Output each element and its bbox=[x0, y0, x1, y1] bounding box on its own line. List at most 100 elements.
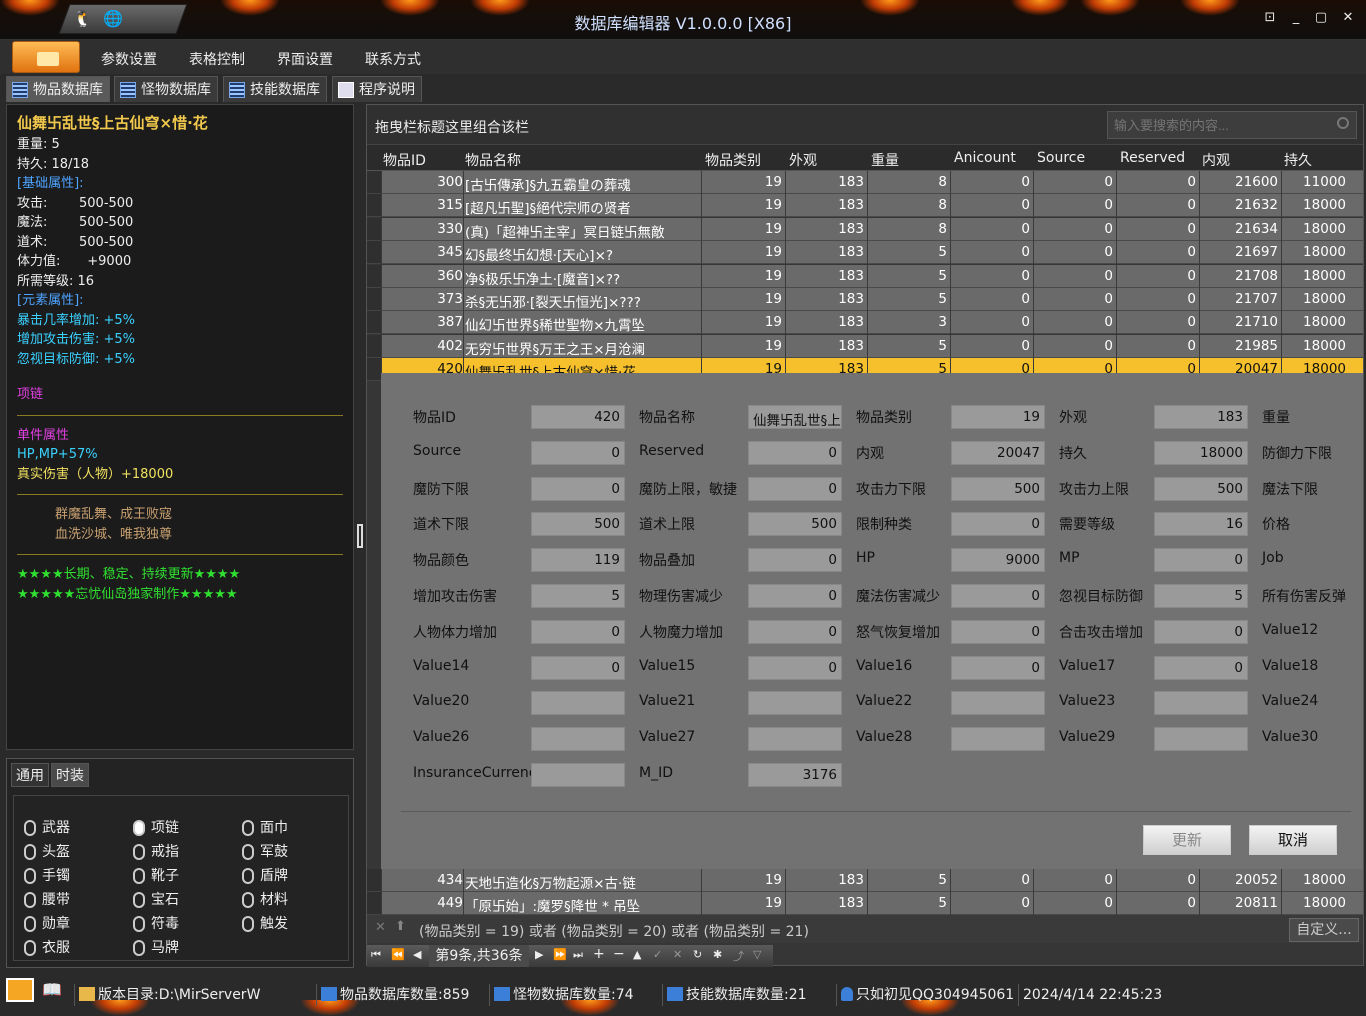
table-cell[interactable]: [古卐傳承]§九五霸皇の葬魂 bbox=[465, 174, 698, 194]
menu-params[interactable]: 参数设置 bbox=[101, 49, 157, 69]
first-record-button[interactable]: ⏮ bbox=[371, 948, 381, 962]
field-input[interactable]: 20047 bbox=[951, 440, 1045, 465]
field-input[interactable] bbox=[531, 691, 625, 716]
column-header[interactable]: 内观 bbox=[1202, 150, 1230, 170]
table-cell[interactable]: 21985 bbox=[1201, 338, 1278, 354]
table-cell[interactable]: 天地卐造化§万物起源×古·链 bbox=[465, 872, 698, 892]
table-cell[interactable]: 183 bbox=[787, 197, 864, 213]
slot-radio-icon[interactable] bbox=[133, 892, 145, 908]
table-cell[interactable]: 19 bbox=[703, 895, 782, 911]
panel-splitter[interactable] bbox=[355, 104, 365, 964]
field-input[interactable]: 0 bbox=[1154, 655, 1248, 680]
table-cell[interactable]: 18000 bbox=[1283, 221, 1346, 237]
table-cell[interactable]: 18000 bbox=[1283, 872, 1346, 888]
slot-radio-icon[interactable] bbox=[242, 820, 254, 836]
table-cell[interactable]: 18000 bbox=[1283, 314, 1346, 330]
column-header[interactable]: Source bbox=[1037, 150, 1085, 166]
table-cell[interactable]: 19 bbox=[703, 197, 782, 213]
field-input[interactable]: 0 bbox=[951, 619, 1045, 644]
field-input[interactable]: 0 bbox=[531, 619, 625, 644]
field-input[interactable]: 500 bbox=[951, 476, 1045, 501]
slot-option[interactable]: 面巾 bbox=[238, 818, 288, 838]
table-cell[interactable]: 0 bbox=[952, 314, 1030, 330]
table-cell[interactable]: 0 bbox=[1118, 174, 1196, 190]
slot-option[interactable]: 衣服 bbox=[20, 938, 70, 958]
table-row[interactable]: 434 天地卐造化§万物起源×古·链 19 183 5 0 0 0 20052 18000 bbox=[381, 869, 1363, 892]
table-cell[interactable]: 0 bbox=[1118, 197, 1196, 213]
update-button[interactable]: 更新 bbox=[1143, 825, 1231, 855]
slot-option[interactable]: 马牌 bbox=[129, 938, 179, 958]
table-cell[interactable]: 18000 bbox=[1283, 291, 1346, 307]
table-cell[interactable]: 345 bbox=[383, 244, 463, 260]
table-cell[interactable]: 19 bbox=[703, 314, 782, 330]
table-row[interactable]: 387 仙幻卐世界§稀世聖物×九霄坠 19 183 3 0 0 0 21710 18000 bbox=[381, 311, 1363, 335]
delete-record-icon[interactable]: − bbox=[613, 946, 625, 962]
slot-radio-icon[interactable] bbox=[24, 868, 36, 884]
table-cell[interactable]: 21710 bbox=[1201, 314, 1278, 330]
row-indicator[interactable] bbox=[367, 358, 381, 382]
row-indicator[interactable] bbox=[367, 264, 381, 288]
table-cell[interactable]: 0 bbox=[952, 338, 1030, 354]
slot-radio-icon[interactable] bbox=[24, 892, 36, 908]
field-input[interactable] bbox=[1154, 727, 1248, 752]
next-page-button[interactable]: ⏩ bbox=[553, 948, 567, 961]
column-header[interactable]: 物品类别 bbox=[705, 150, 761, 170]
table-cell[interactable]: 300 bbox=[383, 174, 463, 190]
field-input[interactable] bbox=[951, 727, 1045, 752]
field-input[interactable]: 0 bbox=[531, 440, 625, 465]
table-cell[interactable]: 18000 bbox=[1283, 338, 1346, 354]
table-row[interactable]: 373 杀§无卐邪·[裂天卐恒光]×??? 19 183 5 0 0 0 21707 18000 bbox=[381, 288, 1363, 311]
table-row[interactable]: 402 无穷卐世界§万王之王×月沧澜 19 183 5 0 0 0 21985 18000 bbox=[381, 334, 1363, 358]
table-cell[interactable]: 183 bbox=[787, 268, 864, 284]
close-button[interactable]: ✕ bbox=[1338, 8, 1358, 28]
table-cell[interactable]: 19 bbox=[703, 338, 782, 354]
table-cell[interactable]: 0 bbox=[952, 221, 1030, 237]
table-cell[interactable]: 0 bbox=[1035, 174, 1113, 190]
filter-icon[interactable]: ▽ bbox=[753, 948, 761, 961]
slot-radio-icon[interactable] bbox=[133, 844, 145, 860]
field-input[interactable]: 0 bbox=[951, 584, 1045, 608]
tab-item-db[interactable]: 物品数据库 bbox=[6, 76, 110, 102]
column-header[interactable]: 物品名称 bbox=[465, 150, 521, 170]
slot-radio-icon[interactable] bbox=[242, 868, 254, 884]
tab-general[interactable]: 通用 bbox=[11, 763, 49, 787]
table-cell[interactable]: 183 bbox=[787, 174, 864, 190]
row-indicator[interactable] bbox=[367, 892, 381, 915]
cancel-button[interactable]: 取消 bbox=[1249, 825, 1337, 855]
slot-radio-icon[interactable] bbox=[24, 844, 36, 860]
prev-record-button[interactable]: ◀ bbox=[413, 948, 421, 961]
prev-page-button[interactable]: ⏪ bbox=[391, 948, 405, 961]
row-indicator[interactable] bbox=[367, 311, 381, 335]
slot-option[interactable]: 盾牌 bbox=[238, 866, 288, 886]
column-header[interactable]: 重量 bbox=[871, 150, 899, 170]
menu-table-control[interactable]: 表格控制 bbox=[189, 49, 245, 69]
slot-radio-icon[interactable] bbox=[24, 940, 36, 956]
field-input[interactable]: 420 bbox=[531, 405, 625, 429]
table-row[interactable]: 300 [古卐傳承]§九五霸皇の葬魂 19 183 8 0 0 0 21600 11000 bbox=[381, 171, 1363, 194]
table-cell[interactable]: 5 bbox=[869, 268, 947, 284]
tab-fashion[interactable]: 时装 bbox=[51, 763, 89, 787]
table-cell[interactable]: 0 bbox=[1035, 872, 1113, 888]
table-cell[interactable]: 0 bbox=[1035, 268, 1113, 284]
slot-option[interactable]: 手镯 bbox=[20, 866, 70, 886]
table-cell[interactable]: 21708 bbox=[1201, 268, 1278, 284]
tab-monster-db[interactable]: 怪物数据库 bbox=[114, 76, 218, 102]
field-input[interactable]: 500 bbox=[748, 512, 842, 537]
table-cell[interactable]: 19 bbox=[703, 291, 782, 307]
table-row[interactable]: 449 「原卐始」:魔罗§降世 * 吊坠 19 183 5 0 0 0 20811 18000 bbox=[381, 892, 1363, 915]
table-cell[interactable]: 0 bbox=[1118, 314, 1196, 330]
table-row[interactable]: 345 幻§最终卐幻想·[天心]×? 19 183 5 0 0 0 21697 18000 bbox=[381, 241, 1363, 265]
search-icon[interactable] bbox=[1337, 117, 1349, 129]
table-cell[interactable]: 5 bbox=[869, 872, 947, 888]
table-cell[interactable]: 360 bbox=[383, 268, 463, 284]
table-cell[interactable]: 21632 bbox=[1201, 197, 1278, 213]
slot-option[interactable]: 勋章 bbox=[20, 914, 70, 934]
slot-option[interactable]: 触发 bbox=[238, 914, 288, 934]
field-input[interactable] bbox=[748, 727, 842, 752]
table-cell[interactable]: 幻§最终卐幻想·[天心]×? bbox=[465, 244, 698, 264]
field-input[interactable]: 500 bbox=[1154, 476, 1248, 501]
table-cell[interactable]: [超凡卐聖]§絕代宗师の贤者 bbox=[465, 197, 698, 217]
table-cell[interactable]: 183 bbox=[787, 244, 864, 260]
table-cell[interactable]: 「原卐始」:魔罗§降世 * 吊坠 bbox=[465, 895, 698, 915]
column-header[interactable]: Reserved bbox=[1120, 150, 1185, 166]
